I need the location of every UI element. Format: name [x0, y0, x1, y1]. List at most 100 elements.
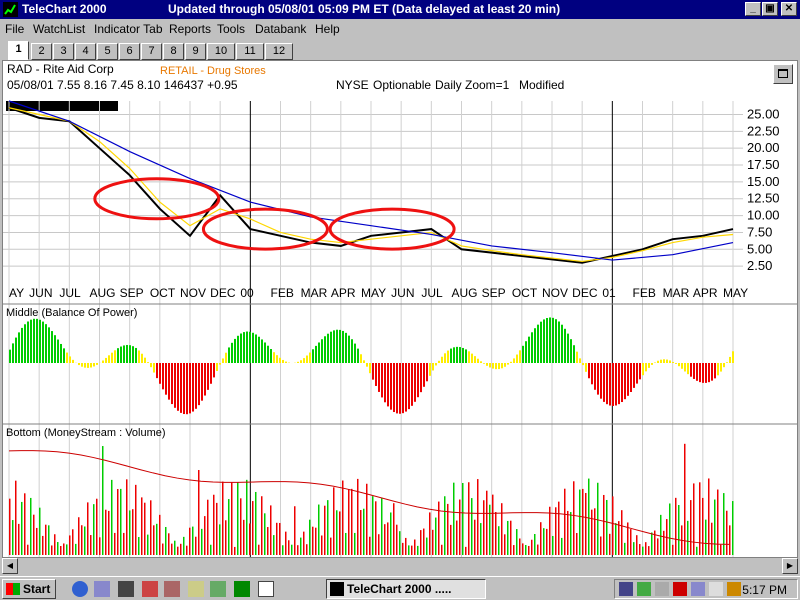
bop-bar — [45, 324, 47, 363]
tab-8[interactable]: 8 — [163, 43, 184, 60]
y-tick-label: 5.00 — [747, 241, 772, 256]
document-icon[interactable] — [258, 581, 274, 597]
menu-watchlist[interactable]: WatchList — [33, 22, 85, 36]
close-button[interactable]: ✕ — [781, 2, 797, 16]
volume-bar — [138, 537, 140, 555]
volume-bar — [504, 534, 506, 555]
bop-bar — [579, 358, 581, 363]
menu-indicator-tab[interactable]: Indicator Tab — [94, 22, 163, 36]
price-chart-svg[interactable]: 25.00 22.50 20.00 17.50 15.00 12.50 10.007.50 5… — [3, 61, 797, 557]
scroll-left-arrow-icon[interactable]: ◀ — [2, 558, 18, 574]
tab-2[interactable]: 2 — [31, 43, 52, 60]
menu-reports[interactable]: Reports — [169, 22, 211, 36]
menu-help[interactable]: Help — [315, 22, 340, 36]
volume-bar — [609, 533, 611, 555]
chart-quicklaunch-icon[interactable] — [210, 581, 226, 597]
bop-bar — [282, 359, 284, 363]
tab-12[interactable]: 12 — [265, 43, 293, 60]
volume-bar — [300, 537, 302, 555]
scroll-right-arrow-icon[interactable]: ▶ — [782, 558, 798, 574]
volume-bar — [636, 535, 638, 555]
tray-app-icon[interactable] — [655, 582, 669, 596]
desktop-icon[interactable] — [94, 581, 110, 597]
bop-bar — [183, 363, 185, 415]
ftp-icon[interactable] — [118, 581, 134, 597]
volume-bar — [630, 529, 632, 555]
volume-bar — [594, 508, 596, 555]
telechart-app-icon[interactable] — [3, 2, 18, 17]
tab-5[interactable]: 5 — [97, 43, 118, 60]
start-button[interactable]: Start — [2, 579, 56, 599]
horizontal-scrollbar[interactable]: ◀ ▶ — [2, 558, 798, 574]
bop-bar — [540, 321, 542, 363]
tray-volume-icon[interactable] — [709, 582, 723, 596]
tool-icon[interactable] — [142, 581, 158, 597]
volume-bar — [297, 545, 299, 555]
taskbar-telechart-button[interactable]: TeleChart 2000 ..... — [326, 579, 486, 599]
bop-bar — [123, 345, 125, 363]
volume-bar — [171, 543, 173, 555]
volume-bar — [726, 510, 728, 555]
bop-bar — [516, 354, 518, 363]
bop-bar — [381, 363, 383, 398]
x-tick-label: DEC — [572, 286, 598, 300]
volume-bar — [501, 503, 503, 555]
volume-bar — [342, 480, 344, 555]
volume-bar — [660, 514, 662, 555]
bop-bar — [612, 363, 614, 406]
title-bar[interactable]: TeleChart 2000 Updated through 05/08/01 … — [0, 0, 800, 19]
telechart-quicklaunch-icon[interactable] — [234, 581, 250, 597]
x-axis-labels: AY JUN JUL AUG SEP OCT NOV DEC 00 FEB MAR APR MAY JUN… — [9, 286, 748, 300]
tab-10[interactable]: 10 — [207, 43, 235, 60]
x-tick-label: MAY — [361, 286, 386, 300]
notepad-icon[interactable] — [188, 581, 204, 597]
tray-display-icon[interactable] — [691, 582, 705, 596]
volume-bar — [648, 546, 650, 555]
menu-databank[interactable]: Databank — [255, 22, 306, 36]
bop-bar — [105, 357, 107, 363]
bop-bar — [483, 363, 485, 364]
bop-bar — [54, 335, 56, 363]
paint-icon[interactable] — [164, 581, 180, 597]
menu-file[interactable]: File — [5, 22, 24, 36]
volume-bar — [549, 506, 551, 555]
tray-network-icon[interactable] — [619, 582, 633, 596]
volume-bar — [318, 504, 320, 555]
tab-4[interactable]: 4 — [75, 43, 96, 60]
volume-bar — [336, 510, 338, 555]
bop-bar — [438, 360, 440, 363]
tab-6[interactable]: 6 — [119, 43, 140, 60]
bop-bar — [660, 359, 662, 363]
tray-chart-icon[interactable] — [637, 582, 651, 596]
tab-3[interactable]: 3 — [53, 43, 74, 60]
x-tick-label: OCT — [512, 286, 538, 300]
volume-bar — [435, 517, 437, 555]
tab-7[interactable]: 7 — [141, 43, 162, 60]
tab-11[interactable]: 11 — [236, 43, 264, 60]
bop-bar — [243, 332, 245, 363]
volume-bar — [492, 494, 494, 555]
tray-ati-icon[interactable] — [673, 582, 687, 596]
bop-bar — [720, 363, 722, 372]
ie-icon[interactable] — [72, 581, 88, 597]
bop-bar — [201, 363, 203, 401]
maximize-button[interactable]: ▣ — [762, 2, 778, 16]
tray-misc-icon[interactable] — [727, 582, 741, 596]
bop-bar — [624, 363, 626, 400]
volume-bar — [657, 538, 659, 555]
volume-bar — [222, 481, 224, 555]
restore-chart-button[interactable] — [773, 64, 793, 84]
tab-9[interactable]: 9 — [185, 43, 206, 60]
tab-1[interactable]: 1 — [8, 41, 29, 60]
volume-bar — [78, 517, 80, 555]
volume-bar — [111, 479, 113, 555]
chart-area[interactable]: RAD - Rite Aid Corp RETAIL - Drug Stores… — [2, 60, 798, 558]
bop-bar — [531, 332, 533, 363]
menu-tools[interactable]: Tools — [217, 22, 245, 36]
volume-bar — [69, 535, 71, 555]
bop-bar — [576, 351, 578, 363]
bop-bar — [519, 350, 521, 363]
bop-bar — [702, 363, 704, 383]
bop-bar — [594, 363, 596, 390]
minimize-button[interactable]: _ — [745, 2, 761, 16]
